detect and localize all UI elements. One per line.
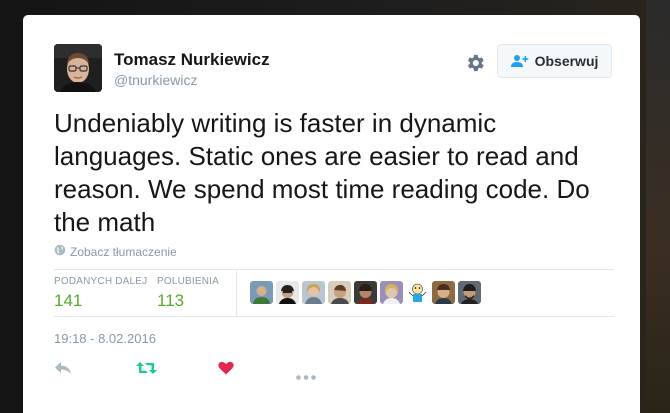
retweet-icon[interactable] [136,361,157,380]
liker-avatar[interactable] [302,281,325,304]
likes-stat[interactable]: POLUBIENIA 113 [157,276,219,311]
translate-label: Zobacz tłumaczenie [70,244,177,259]
tweet-card: Tomasz Nurkiewicz @tnurkiewicz Obserwuj … [23,15,640,413]
liker-avatar[interactable] [380,281,403,304]
tweet-text: Undeniably writing is faster in dynamic … [54,108,590,237]
add-user-icon [510,54,529,68]
translate-link[interactable]: Zobacz tłumaczenie [54,244,177,259]
liker-avatar[interactable] [276,281,299,304]
timestamp[interactable]: 19:18 - 8.02.2016 [54,331,156,346]
reply-icon[interactable] [54,361,72,380]
divider-top [54,269,614,270]
retweets-stat[interactable]: PODANYCH DALEJ 141 [54,276,147,311]
likes-label: POLUBIENIA [157,276,220,287]
gear-icon[interactable] [464,52,486,74]
background-photo-edge [646,0,670,413]
retweets-label: PODANYCH DALEJ [54,276,148,287]
liker-avatar[interactable] [432,281,455,304]
more-icon[interactable] [296,367,316,385]
retweets-count: 141 [54,291,83,310]
liker-avatar[interactable] [250,281,273,304]
divider-bottom [54,316,614,317]
globe-icon [54,244,66,259]
stats-divider [236,269,237,316]
likes-count: 113 [157,291,185,310]
liker-avatar[interactable] [458,281,481,304]
heart-icon[interactable] [218,361,234,380]
user-handle[interactable]: @tnurkiewicz [114,72,197,88]
user-name[interactable]: Tomasz Nurkiewicz [114,50,270,70]
liker-avatar[interactable] [328,281,351,304]
follow-label: Obserwuj [534,53,599,69]
avatar[interactable] [54,44,102,92]
liker-avatar[interactable] [354,281,377,304]
follow-button[interactable]: Obserwuj [497,44,612,78]
likers-avatars [250,281,481,304]
liker-avatar[interactable] [406,281,429,304]
